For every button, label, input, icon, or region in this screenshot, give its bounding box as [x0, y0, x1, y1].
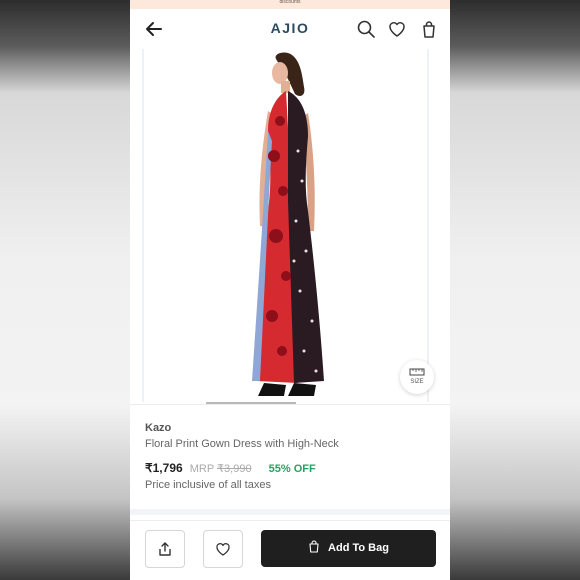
product-title: Floral Print Gown Dress with High-Neck: [145, 438, 339, 450]
bag-icon[interactable]: [419, 19, 439, 39]
promo-strip: discounts: [130, 0, 450, 9]
discount-badge: 55% OFF: [268, 463, 316, 475]
top-header: AJIO: [130, 9, 450, 50]
product-info: Kazo Floral Print Gown Dress with High-N…: [130, 405, 450, 513]
mrp-value: ₹3,990: [217, 463, 252, 475]
heart-icon[interactable]: [387, 19, 407, 39]
promo-text: discounts: [279, 0, 301, 5]
bottom-action-bar: Add To Bag: [130, 520, 450, 580]
size-label: SIZE: [410, 379, 424, 385]
section-gap: [130, 509, 450, 515]
heart-outline-icon: [216, 543, 230, 556]
search-icon[interactable]: [356, 19, 376, 39]
background-right: [450, 0, 580, 580]
ruler-icon: [409, 368, 425, 376]
gallery-frame-right: [427, 49, 429, 402]
share-button[interactable]: [145, 530, 185, 568]
bag-outline-icon: [309, 540, 319, 553]
wishlist-button[interactable]: [203, 530, 243, 568]
app-screen: discounts AJIO SIZE Kazo Floral Print Go…: [130, 0, 450, 580]
share-icon: [159, 542, 171, 556]
product-photo[interactable]: [228, 51, 348, 401]
size-chart-button[interactable]: SIZE: [400, 360, 434, 394]
tax-note: Price inclusive of all taxes: [145, 479, 271, 491]
selling-price: ₹1,796: [145, 461, 183, 475]
background-left: [0, 0, 130, 580]
mrp-label: MRP: [189, 463, 214, 475]
gallery-frame-left: [142, 49, 144, 402]
price-row: ₹1,796 MRP ₹3,990 55% OFF: [145, 461, 316, 475]
product-image-gallery[interactable]: SIZE: [130, 49, 450, 404]
add-to-bag-label: Add To Bag: [328, 542, 389, 554]
add-to-bag-button[interactable]: Add To Bag: [261, 530, 436, 567]
brand-name[interactable]: Kazo: [145, 422, 171, 434]
